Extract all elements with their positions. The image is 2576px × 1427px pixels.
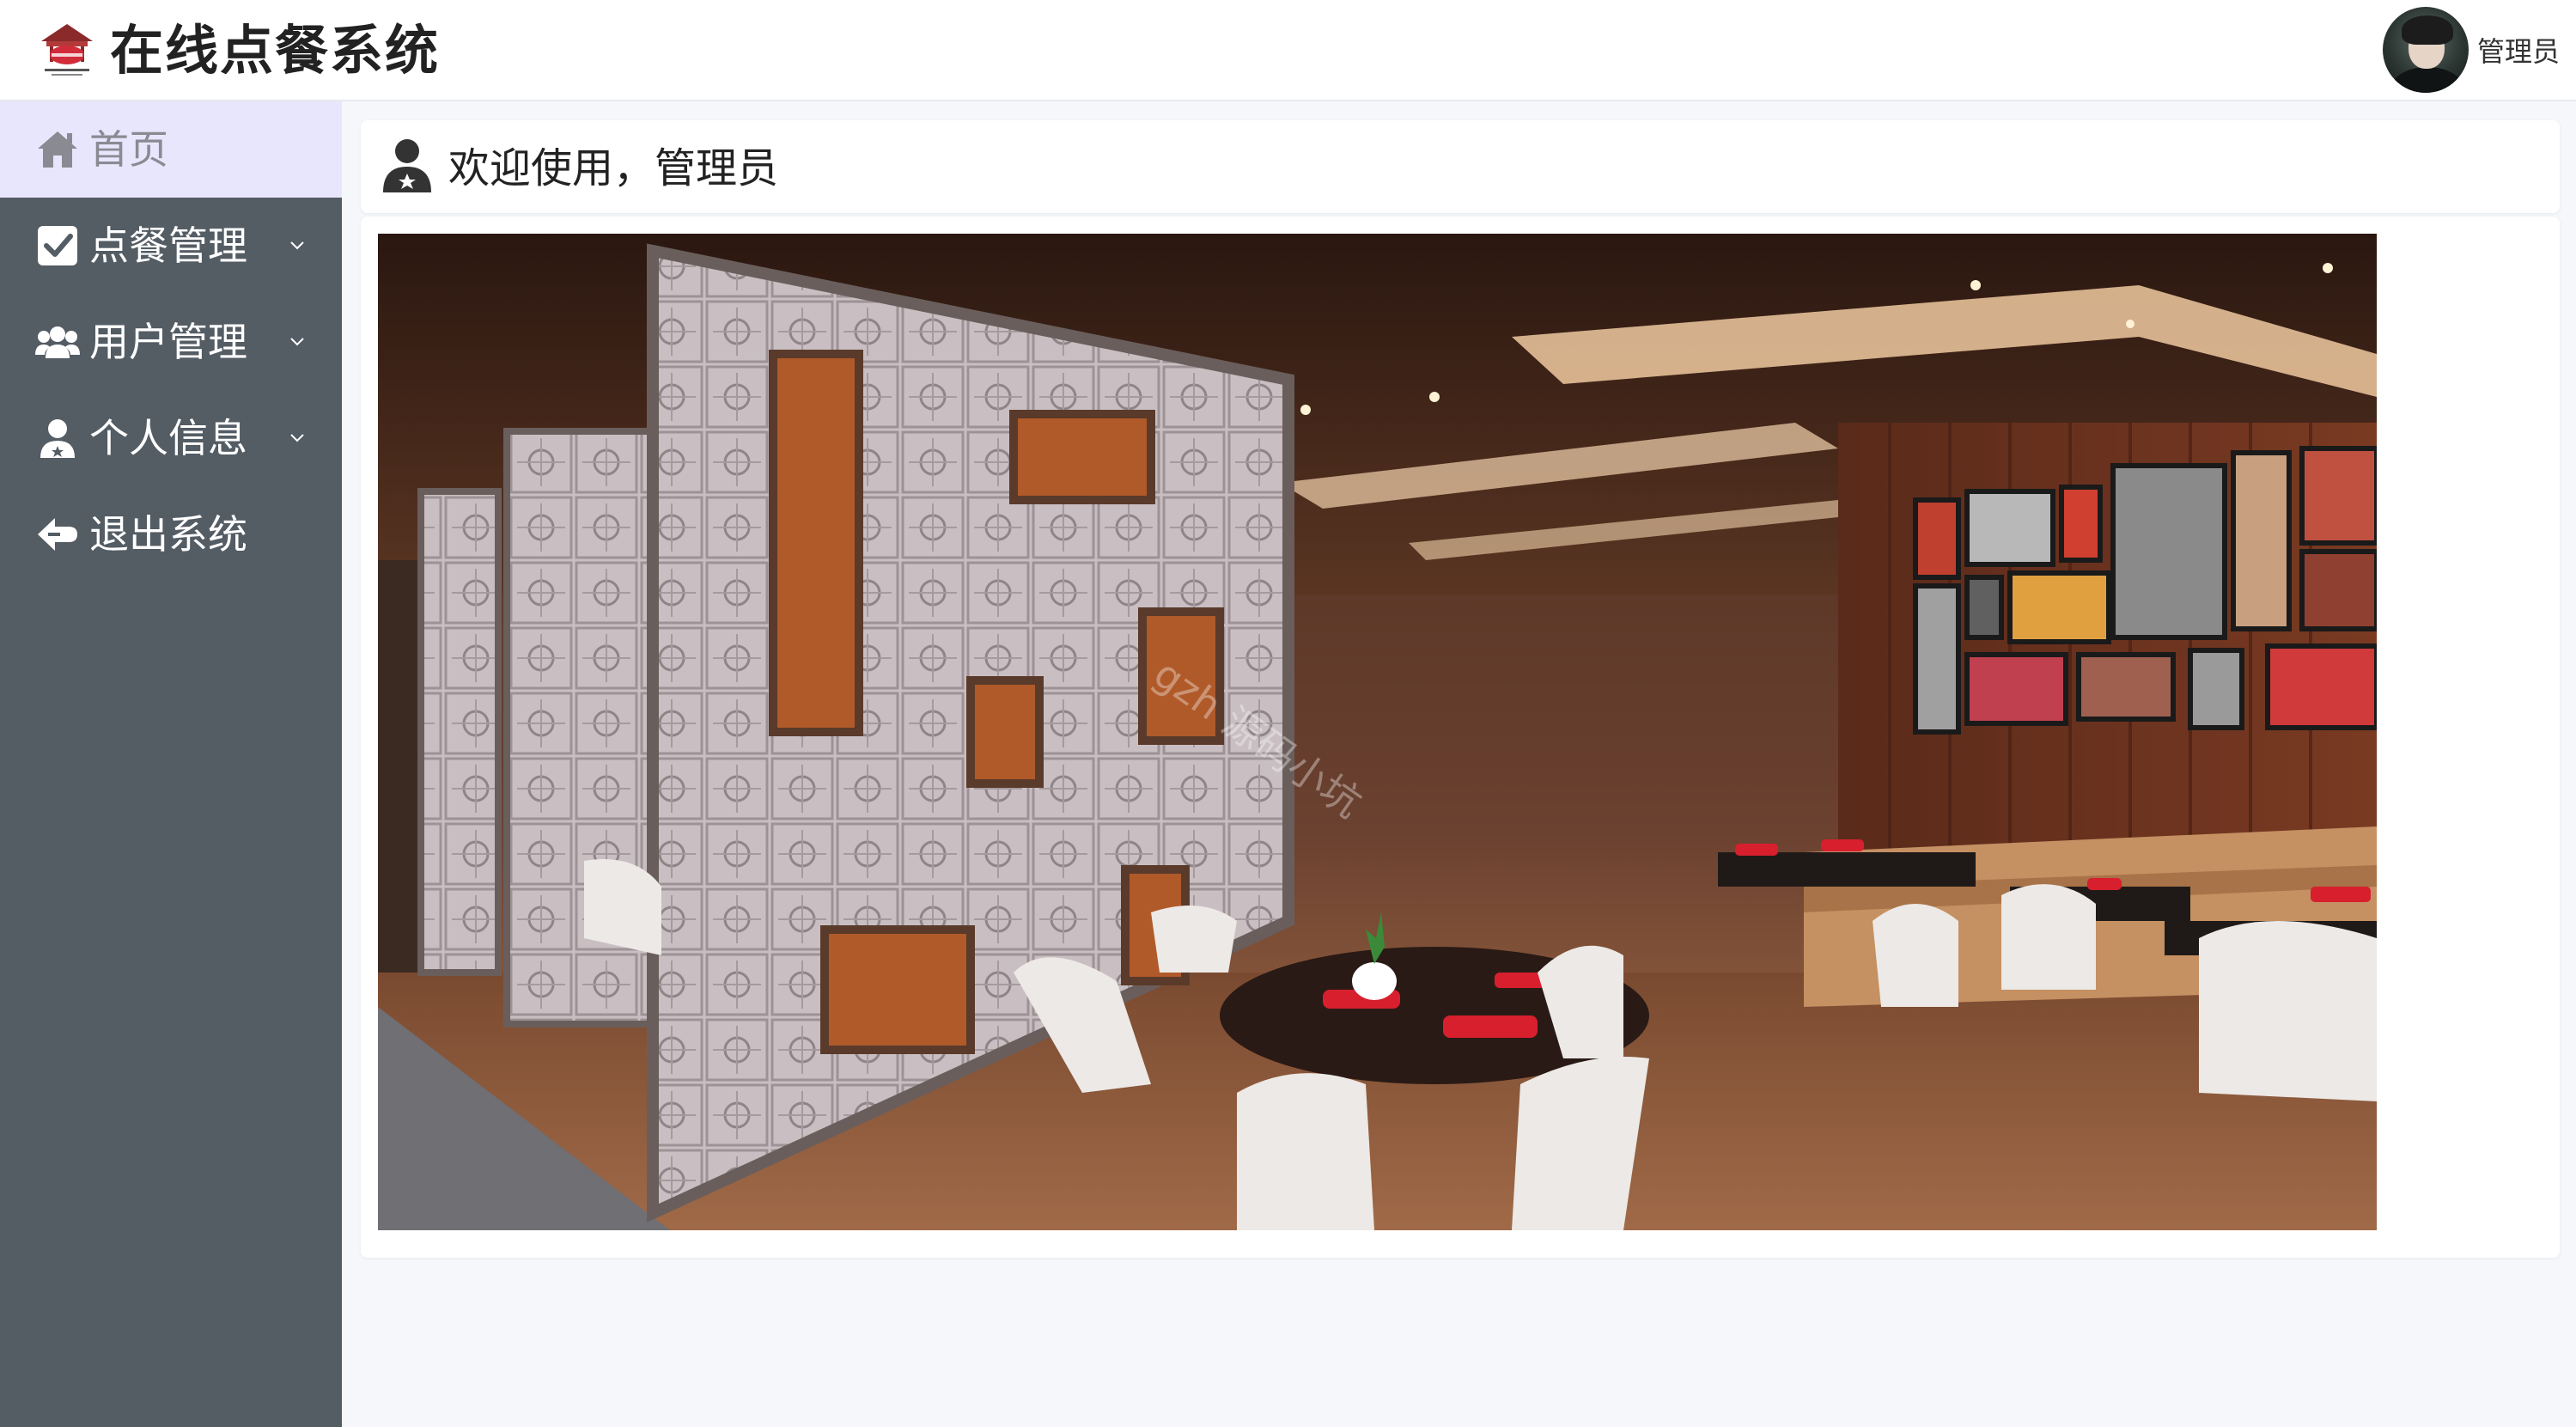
- user-icon: [33, 413, 82, 463]
- users-icon: [33, 317, 82, 367]
- sidebar-item-logout[interactable]: 退出系统: [0, 486, 342, 582]
- sidebar-item-label: 个人信息: [89, 415, 247, 461]
- top-header: 在线点餐系统 管理员: [0, 0, 2576, 101]
- user-icon: [383, 139, 431, 192]
- sidebar-item-label: 用户管理: [89, 319, 247, 365]
- restaurant-photo: gzh 源码小坑: [378, 234, 2377, 1230]
- welcome-message: 欢迎使用，管理员: [448, 144, 779, 192]
- sidebar-item-label: 首页: [89, 126, 168, 173]
- welcome-card: 欢迎使用，管理员: [361, 120, 2560, 213]
- logout-arrow-icon: [33, 509, 82, 559]
- user-name[interactable]: 管理员: [2477, 33, 2560, 70]
- app-title: 在线点餐系统: [110, 19, 441, 82]
- sidebar-item-user-management[interactable]: 用户管理: [0, 294, 342, 390]
- sidebar-item-personal-info[interactable]: 个人信息: [0, 390, 342, 486]
- sidebar-item-order-management[interactable]: 点餐管理: [0, 198, 342, 294]
- image-card: gzh 源码小坑: [361, 216, 2560, 1258]
- sidebar: 首页 点餐管理 用户管理 个人信息 退出系统: [0, 101, 342, 1427]
- sidebar-item-label: 点餐管理: [89, 223, 247, 269]
- chevron-down-icon: [290, 241, 304, 250]
- restaurant-logo-icon: [41, 24, 93, 76]
- avatar[interactable]: [2383, 7, 2469, 93]
- chevron-down-icon: [290, 434, 304, 442]
- chevron-down-icon: [290, 338, 304, 346]
- checkbox-icon: [33, 221, 82, 271]
- home-icon: [33, 125, 82, 174]
- sidebar-item-label: 退出系统: [89, 511, 247, 558]
- sidebar-item-home[interactable]: 首页: [0, 101, 342, 198]
